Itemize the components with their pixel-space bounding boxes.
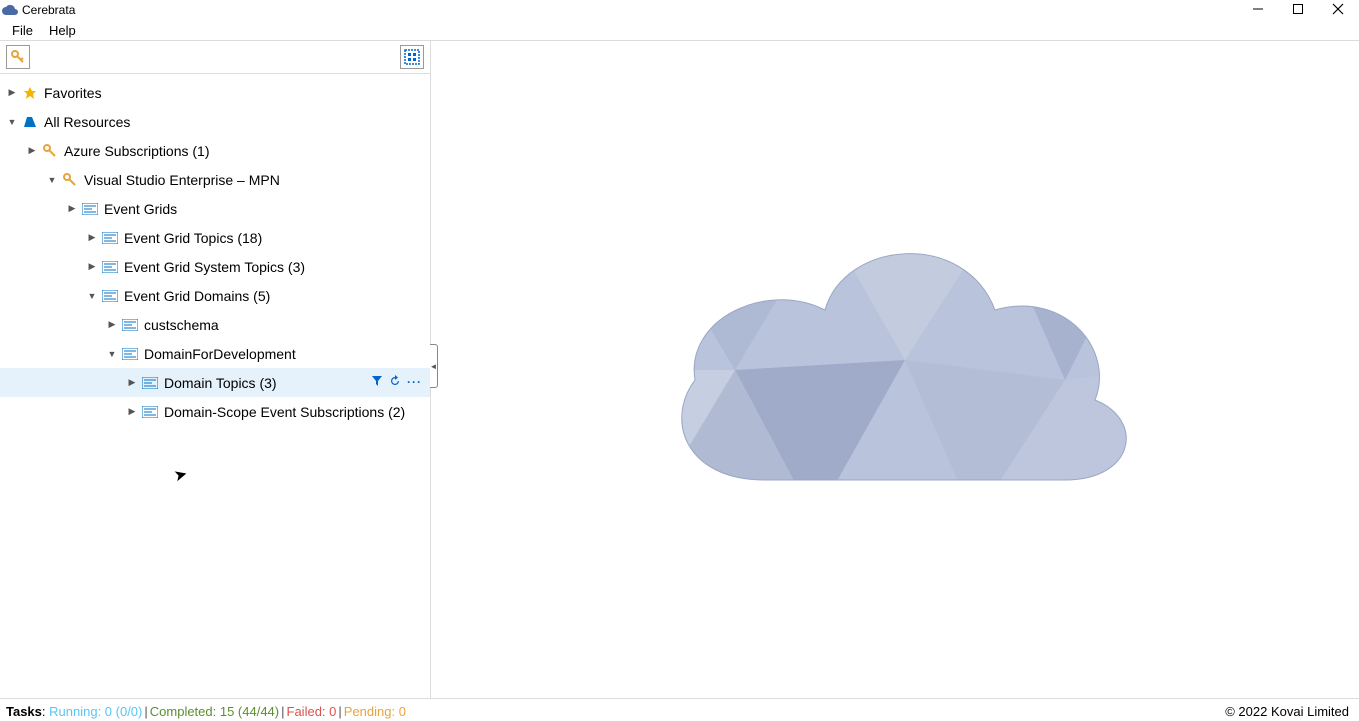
key-button[interactable] bbox=[6, 45, 30, 69]
azure-icon bbox=[22, 114, 38, 130]
tree-item-eg-domains[interactable]: ▼ Event Grid Domains (5) bbox=[0, 281, 430, 310]
resource-group-button[interactable] bbox=[400, 45, 424, 69]
chevron-down-icon: ▼ bbox=[86, 290, 98, 302]
chevron-down-icon: ▼ bbox=[106, 348, 118, 360]
main-content: ◄ bbox=[431, 41, 1359, 698]
chevron-right-icon: ▶ bbox=[126, 377, 138, 389]
tree: ▶ Favorites ▼ All Resources ▶ Azure Subs… bbox=[0, 74, 430, 698]
window-controls bbox=[1249, 2, 1357, 18]
chevron-right-icon: ▶ bbox=[106, 319, 118, 331]
status-pending: Pending: 0 bbox=[344, 704, 406, 719]
app-title: Cerebrata bbox=[22, 3, 75, 17]
event-grid-icon bbox=[102, 259, 118, 275]
tree-label: Domain Topics (3) bbox=[164, 375, 277, 391]
tree-item-custschema[interactable]: ▶ custschema bbox=[0, 310, 430, 339]
tree-item-domain-dev[interactable]: ▼ DomainForDevelopment bbox=[0, 339, 430, 368]
chevron-right-icon: ▶ bbox=[126, 406, 138, 418]
tree-label: Visual Studio Enterprise – MPN bbox=[84, 172, 280, 188]
tree-item-all-resources[interactable]: ▼ All Resources bbox=[0, 107, 430, 136]
chevron-right-icon: ▶ bbox=[6, 87, 18, 99]
star-icon bbox=[22, 85, 38, 101]
key-icon bbox=[42, 143, 58, 159]
status-completed: Completed: 15 (44/44) bbox=[150, 704, 279, 719]
sidebar: ▶ Favorites ▼ All Resources ▶ Azure Subs… bbox=[0, 41, 431, 698]
chevron-right-icon: ▶ bbox=[86, 261, 98, 273]
tree-item-vs-enterprise[interactable]: ▼ Visual Studio Enterprise – MPN bbox=[0, 165, 430, 194]
key-icon bbox=[62, 172, 78, 188]
cursor-icon: ➤ bbox=[172, 464, 190, 487]
status-failed: Failed: 0 bbox=[287, 704, 337, 719]
event-grid-icon bbox=[122, 317, 138, 333]
tree-label: Event Grid Domains (5) bbox=[124, 288, 270, 304]
tree-label: Domain-Scope Event Subscriptions (2) bbox=[164, 404, 405, 420]
tree-item-eg-system-topics[interactable]: ▶ Event Grid System Topics (3) bbox=[0, 252, 430, 281]
event-grid-icon bbox=[142, 375, 158, 391]
statusbar: Tasks: Running: 0 (0/0) | Completed: 15 … bbox=[0, 698, 1359, 721]
tree-label: DomainForDevelopment bbox=[144, 346, 296, 362]
tree-item-azure-subs[interactable]: ▶ Azure Subscriptions (1) bbox=[0, 136, 430, 165]
minimize-button[interactable] bbox=[1249, 2, 1267, 18]
event-grid-icon bbox=[122, 346, 138, 362]
close-button[interactable] bbox=[1329, 2, 1347, 18]
tree-label: All Resources bbox=[44, 114, 130, 130]
filter-icon[interactable] bbox=[371, 375, 383, 390]
tree-item-domain-topics[interactable]: ▶ Domain Topics (3) ··· bbox=[0, 368, 430, 397]
tree-label: Event Grids bbox=[104, 201, 177, 217]
tree-item-favorites[interactable]: ▶ Favorites bbox=[0, 78, 430, 107]
cloud-icon bbox=[2, 4, 18, 16]
tree-label: Azure Subscriptions (1) bbox=[64, 143, 210, 159]
menu-file[interactable]: File bbox=[4, 23, 41, 38]
chevron-down-icon: ▼ bbox=[6, 116, 18, 128]
refresh-icon[interactable] bbox=[389, 375, 401, 390]
cloud-placeholder-icon bbox=[645, 220, 1145, 520]
tree-item-eg-topics[interactable]: ▶ Event Grid Topics (18) bbox=[0, 223, 430, 252]
tree-label: Event Grid Topics (18) bbox=[124, 230, 262, 246]
more-icon[interactable]: ··· bbox=[407, 375, 422, 390]
event-grid-icon bbox=[102, 288, 118, 304]
tree-label: Favorites bbox=[44, 85, 102, 101]
row-actions: ··· bbox=[371, 375, 430, 390]
collapse-sidebar-handle[interactable]: ◄ bbox=[430, 344, 438, 388]
menubar: File Help bbox=[0, 20, 1359, 41]
tree-item-event-grids[interactable]: ▶ Event Grids bbox=[0, 194, 430, 223]
tree-label: Event Grid System Topics (3) bbox=[124, 259, 305, 275]
sidebar-toolbar bbox=[0, 41, 430, 74]
event-grid-icon bbox=[82, 201, 98, 217]
tree-item-domain-scope-subs[interactable]: ▶ Domain-Scope Event Subscriptions (2) bbox=[0, 397, 430, 426]
tasks-label: Tasks bbox=[6, 704, 42, 719]
event-grid-icon bbox=[142, 404, 158, 420]
menu-help[interactable]: Help bbox=[41, 23, 84, 38]
tree-label: custschema bbox=[144, 317, 219, 333]
chevron-down-icon: ▼ bbox=[46, 174, 58, 186]
titlebar: Cerebrata bbox=[0, 0, 1359, 20]
status-running: Running: 0 (0/0) bbox=[49, 704, 142, 719]
chevron-right-icon: ▶ bbox=[66, 203, 78, 215]
copyright: © 2022 Kovai Limited bbox=[1225, 704, 1353, 719]
chevron-right-icon: ▶ bbox=[86, 232, 98, 244]
workspace: ▶ Favorites ▼ All Resources ▶ Azure Subs… bbox=[0, 41, 1359, 698]
chevron-right-icon: ▶ bbox=[26, 145, 38, 157]
event-grid-icon bbox=[102, 230, 118, 246]
maximize-button[interactable] bbox=[1289, 2, 1307, 18]
